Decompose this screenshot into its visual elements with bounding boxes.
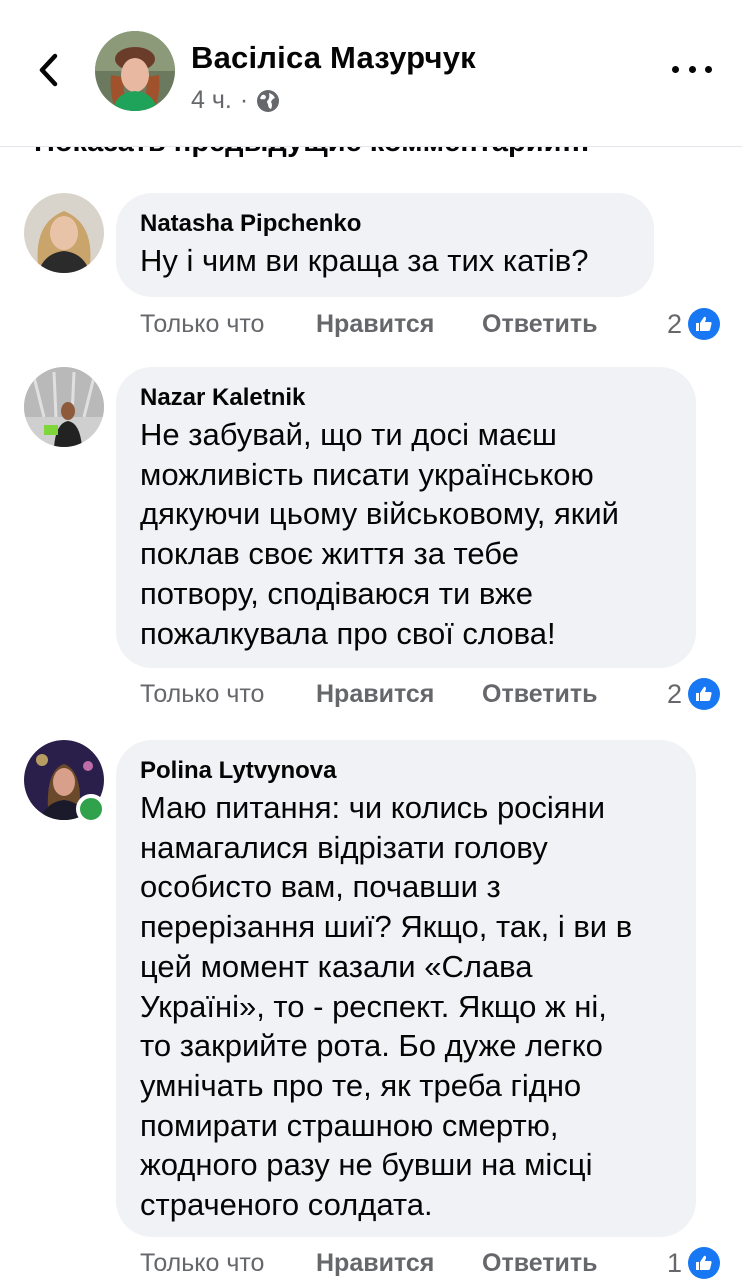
like-button[interactable]: Нравится: [316, 1246, 434, 1280]
chevron-left-icon: [39, 53, 58, 87]
thumbs-up-icon: [688, 678, 720, 710]
more-dot: [688, 65, 696, 73]
reply-button[interactable]: Ответить: [482, 677, 598, 711]
reaction-number: 2: [666, 309, 682, 339]
comment-author[interactable]: Natasha Pipchenko: [140, 207, 630, 241]
comment-text: Не забувай, що ти досі маєш можливість п…: [140, 417, 619, 651]
more-horizontal-icon: [672, 65, 679, 73]
comment-bubble: Natasha Pipchenko Ну і чим ви краща за т…: [116, 193, 654, 297]
more-dot: [705, 65, 712, 73]
comment-text: Маю питання: чи колись росіяни намагалис…: [140, 790, 633, 1223]
comment-actions: Только что Нравится Ответить 2: [140, 677, 720, 711]
reply-button[interactable]: Ответить: [482, 1246, 598, 1280]
comment-actions: Только что Нравится Ответить 1: [140, 1246, 720, 1280]
reaction-count[interactable]: 2: [667, 306, 720, 342]
comment-author[interactable]: Nazar Kaletnik: [140, 381, 672, 415]
comment-bubble: Nazar Kaletnik Не забувай, що ти досі ма…: [116, 367, 696, 668]
comment-time[interactable]: Только что: [140, 1246, 264, 1280]
reaction-number: 2: [666, 679, 682, 709]
comment-actions: Только что Нравится Ответить 2: [140, 307, 720, 341]
like-button[interactable]: Нравится: [316, 677, 434, 711]
comment-text: Ну і чим ви краща за тих катів?: [140, 243, 589, 278]
thumbs-up-icon: [688, 308, 720, 340]
post-meta: 4 ч. ·: [191, 86, 280, 115]
commenter-avatar[interactable]: [24, 193, 104, 273]
comment-time[interactable]: Только что: [140, 677, 264, 711]
more-options-button[interactable]: [672, 54, 712, 84]
post-time[interactable]: 4 ч.: [191, 86, 232, 115]
reaction-number: 1: [666, 1248, 682, 1278]
post-header: Васіліса Мазурчук 4 ч. ·: [0, 0, 742, 147]
author-name[interactable]: Васіліса Мазурчук: [191, 40, 476, 76]
commenter-avatar[interactable]: [24, 367, 104, 447]
like-button[interactable]: Нравится: [316, 307, 434, 341]
comment-bubble: Polina Lytvynova Маю питання: чи колись …: [116, 740, 696, 1237]
reply-button[interactable]: Ответить: [482, 307, 598, 341]
comment-time[interactable]: Только что: [140, 307, 264, 341]
back-button[interactable]: [28, 48, 68, 92]
globe-icon: [257, 89, 280, 112]
comment-author[interactable]: Polina Lytvynova: [140, 754, 672, 788]
thumbs-up-icon: [688, 1247, 720, 1279]
meta-separator: ·: [239, 86, 249, 114]
reaction-count[interactable]: 2: [667, 676, 720, 712]
online-status-indicator: [76, 794, 106, 824]
reaction-count[interactable]: 1: [667, 1245, 720, 1280]
author-avatar[interactable]: [95, 31, 175, 111]
comments-screen: Васіліса Мазурчук 4 ч. · Показать предыд…: [0, 0, 742, 1280]
